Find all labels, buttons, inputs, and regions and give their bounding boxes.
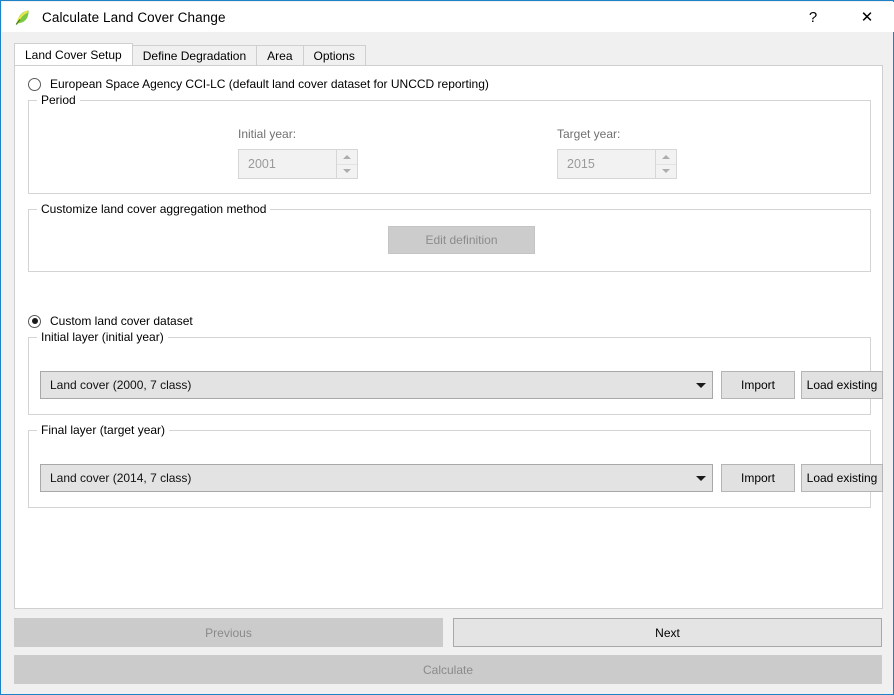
tab-define-degradation[interactable]: Define Degradation — [131, 45, 258, 65]
radio-esa-cci-lc[interactable]: European Space Agency CCI-LC (default la… — [28, 77, 489, 91]
final-layer-groupbox: Final layer (target year) Land cover (20… — [28, 424, 883, 508]
edit-definition-button[interactable]: Edit definition — [388, 226, 535, 254]
leaf-icon — [14, 8, 32, 26]
aggregation-groupbox: Customize land cover aggregation method … — [28, 203, 871, 272]
tab-content-panel: European Space Agency CCI-LC (default la… — [14, 65, 883, 609]
initial-layer-groupbox: Initial layer (initial year) Land cover … — [28, 331, 883, 415]
initial-layer-import-button[interactable]: Import — [721, 371, 795, 399]
target-year-increment[interactable] — [656, 150, 676, 164]
initial-year-decrement[interactable] — [337, 163, 357, 179]
radio-custom-dataset[interactable]: Custom land cover dataset — [28, 314, 193, 328]
period-groupbox: Period Initial year: 2001 Target year: 2… — [28, 94, 871, 194]
initial-layer-combo-value: Land cover (2000, 7 class) — [50, 378, 192, 392]
initial-year-increment[interactable] — [337, 150, 357, 164]
tab-area[interactable]: Area — [256, 45, 304, 65]
dialog-window: Calculate Land Cover Change ? ✕ Land Cov… — [0, 0, 894, 695]
final-layer-combo-value: Land cover (2014, 7 class) — [50, 471, 192, 485]
final-layer-import-button[interactable]: Import — [721, 464, 795, 492]
close-button[interactable]: ✕ — [844, 2, 890, 32]
target-year-value: 2015 — [567, 157, 595, 171]
window-title: Calculate Land Cover Change — [42, 9, 226, 25]
help-button[interactable]: ? — [790, 2, 836, 32]
initial-layer-group-title: Initial layer (initial year) — [37, 331, 168, 344]
next-button[interactable]: Next — [453, 618, 882, 647]
target-year-arrows[interactable] — [655, 150, 676, 178]
target-year-spinner[interactable]: 2015 — [557, 149, 677, 179]
previous-button[interactable]: Previous — [14, 618, 443, 647]
radio-esa-indicator — [28, 77, 41, 91]
target-year-label: Target year: — [557, 127, 621, 141]
final-layer-combobox[interactable]: Land cover (2014, 7 class) — [40, 464, 713, 492]
title-bar: Calculate Land Cover Change ? ✕ — [2, 2, 894, 32]
initial-year-value: 2001 — [248, 157, 276, 171]
radio-custom-label: Custom land cover dataset — [50, 314, 193, 328]
chevron-down-icon[interactable] — [690, 475, 712, 481]
initial-layer-load-existing-button[interactable]: Load existing — [801, 371, 883, 399]
calculate-button[interactable]: Calculate — [14, 655, 882, 684]
aggregation-group-title: Customize land cover aggregation method — [37, 203, 271, 216]
final-layer-group-title: Final layer (target year) — [37, 424, 170, 437]
initial-year-spinner[interactable]: 2001 — [238, 149, 358, 179]
initial-year-label: Initial year: — [238, 127, 297, 141]
tab-bar: Land Cover Setup Define Degradation Area… — [14, 43, 366, 65]
period-group-title: Period — [37, 94, 80, 107]
initial-year-arrows[interactable] — [336, 150, 357, 178]
initial-layer-combobox[interactable]: Land cover (2000, 7 class) — [40, 371, 713, 399]
radio-custom-indicator — [28, 314, 41, 328]
chevron-down-icon[interactable] — [690, 382, 712, 388]
target-year-decrement[interactable] — [656, 163, 676, 179]
tab-options[interactable]: Options — [302, 45, 366, 65]
final-layer-load-existing-button[interactable]: Load existing — [801, 464, 883, 492]
tab-land-cover-setup[interactable]: Land Cover Setup — [14, 43, 133, 65]
radio-esa-label: European Space Agency CCI-LC (default la… — [50, 77, 489, 91]
